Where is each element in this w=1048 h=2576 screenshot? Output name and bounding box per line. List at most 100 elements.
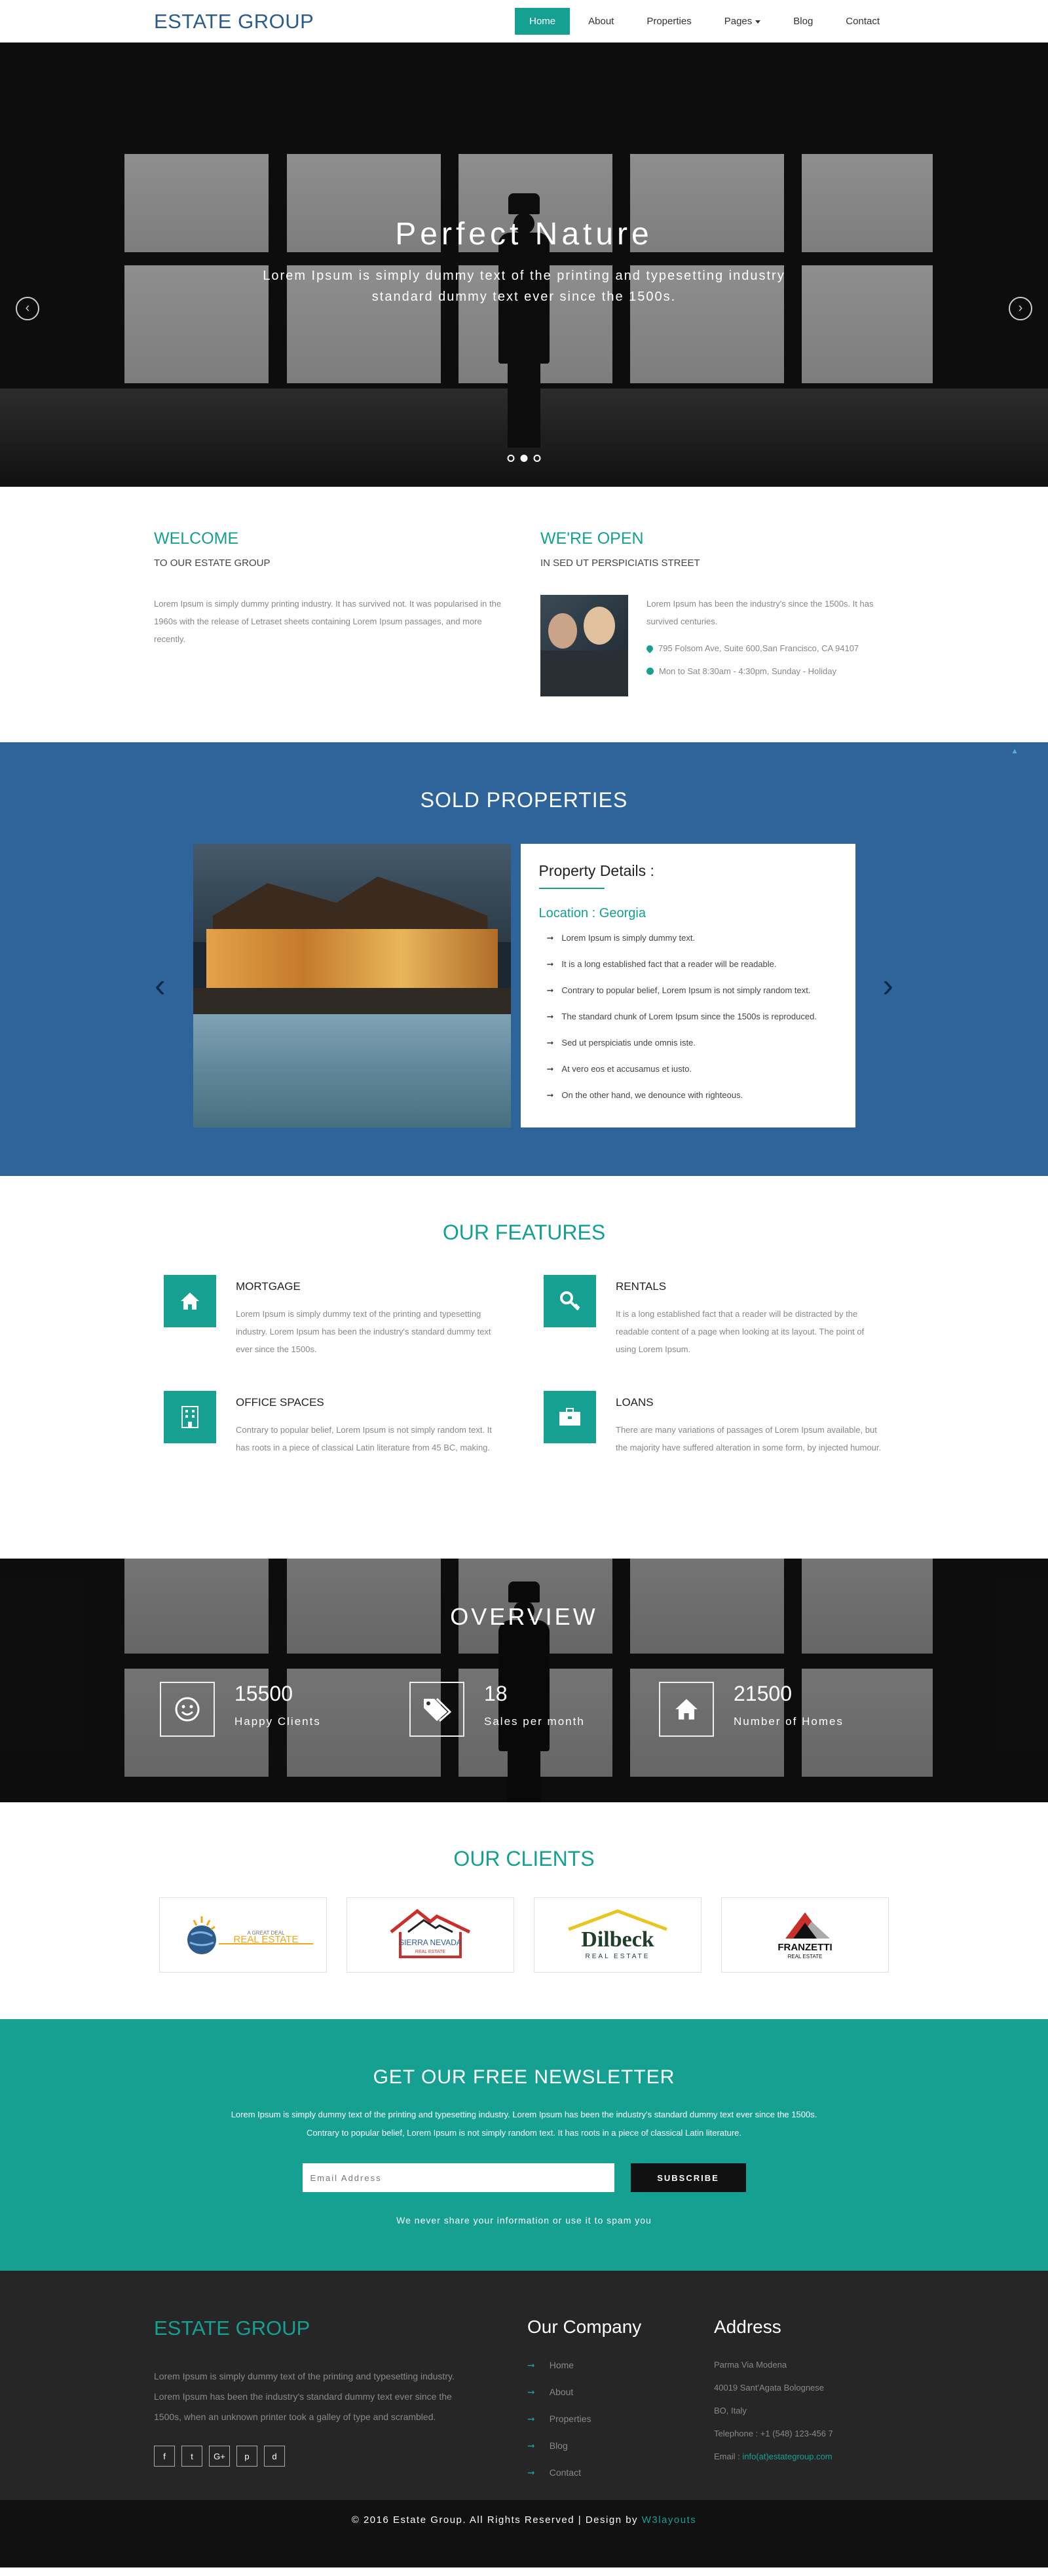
property-item: On the other hand, we denounce with righ… [539,1090,837,1101]
footer-link-blog[interactable]: Blog [527,2440,714,2452]
footer-link-home[interactable]: Home [527,2360,714,2371]
slider-dot[interactable] [533,455,541,462]
chevron-right-icon[interactable]: › [1009,297,1032,320]
email-input[interactable] [302,2163,614,2192]
nav-contact[interactable]: Contact [831,8,894,35]
address-line: 795 Folsom Ave, Suite 600,San Francisco,… [645,643,894,653]
stat-label: Number of Homes [734,1715,844,1728]
client-name: REAL ESTATE [234,1934,299,1945]
client-logo-sierra-nevada[interactable]: SIERRA NEVADA REAL ESTATE [346,1897,514,1973]
footer-text: Lorem Ipsum is simply dummy text of the … [154,2371,455,2422]
nav-pages[interactable]: Pages [710,8,776,35]
hero-subtitle: Lorem Ipsum is simply dummy text of the … [263,269,785,304]
property-item: It is a long established fact that a rea… [539,959,837,970]
nav-pages-label: Pages [724,16,753,27]
property-details-card: Property Details : Location : Georgia Lo… [520,844,855,1127]
welcome-title: WELCOME [154,529,239,548]
globe-logo: A GREAT DEAL REAL ESTATE [187,1916,313,1954]
building-icon [164,1391,216,1443]
google-plus-icon[interactable]: G+ [209,2446,230,2467]
open-col: WE'RE OPEN IN SED UT PERSPICIATIS STREET… [540,529,894,696]
footer-company: Our Company Home About Properties Blog C… [527,2317,714,2494]
footer-link-properties[interactable]: Properties [527,2414,714,2425]
slider-dot[interactable] [507,455,515,462]
email-line: Email : info(at)estategroup.com [714,2452,833,2461]
chevron-left-icon[interactable]: ‹ [16,297,39,320]
footer-address-title: Address [714,2317,781,2337]
footer-link-about[interactable]: About [527,2387,714,2398]
person-hat [508,193,540,214]
open-hours: Mon to Sat 8:30am - 4:30pm, Sunday - Hol… [659,666,836,676]
smile-icon [160,1682,215,1737]
footer-address: Address Parma Via Modena 40019 Sant'Agat… [714,2317,833,2494]
client-name: FRANZETTI [777,1942,832,1953]
client-logo-real-estate[interactable]: A GREAT DEAL REAL ESTATE [159,1897,327,1973]
features-title: OUR FEATURES [442,1221,606,1244]
property-location: Location : Georgia [538,906,646,920]
designer-link[interactable]: W3layouts [642,2514,697,2526]
person-photo [548,613,577,649]
clients-title: OUR CLIENTS [453,1847,595,1870]
client-name: Dilbeck [581,1927,654,1952]
property-item: Sed ut perspiciatis unde omnis iste. [539,1038,837,1048]
chevron-left-icon[interactable]: ‹ [155,966,166,1004]
client-logo-franzetti[interactable]: FRANZETTI REAL ESTATE [721,1897,889,1973]
property-item: Contrary to popular belief, Lorem Ipsum … [539,985,837,996]
newsletter-text: Lorem Ipsum is simply dummy text of the … [231,2110,817,2138]
feature-text: Contrary to popular belief, Lorem Ipsum … [236,1425,492,1452]
feature-title: LOANS [616,1396,654,1409]
slider-dot-active[interactable] [520,455,528,462]
footer: ESTATE GROUP Lorem Ipsum is simply dummy… [0,2271,1048,2500]
subscribe-button[interactable]: SUBSCRIBE [630,2163,746,2192]
footer-link-contact[interactable]: Contact [527,2467,714,2478]
footer-email-link[interactable]: info(at)estategroup.com [742,2452,832,2461]
newsletter-title: GET OUR FREE NEWSLETTER [373,2066,675,2088]
nav-blog[interactable]: Blog [779,8,827,35]
main-menu: Home About Properties Pages Blog Contact [515,8,894,35]
person-photo [584,607,615,645]
nav-properties[interactable]: Properties [632,8,705,35]
feature-text: Lorem Ipsum is simply dummy text of the … [236,1309,491,1354]
caret-down-icon [755,20,761,24]
briefcase-icon [544,1391,596,1443]
facebook-icon[interactable]: f [154,2446,175,2467]
hero-title: Perfect Nature [395,217,653,252]
client-tag: REAL ESTATE [586,1953,650,1960]
pinterest-icon[interactable]: p [236,2446,257,2467]
telephone-line: Telephone : +1 (548) 123-456 7 [714,2429,833,2438]
clients-section: OUR CLIENTS A GREAT DEAL REAL ESTATE SIE… [0,1802,1048,2019]
clock-icon [646,668,654,675]
footer-company-title: Our Company [527,2317,642,2337]
logo[interactable]: ESTATE GROUP [154,10,314,33]
hero-slider: Perfect Nature Lorem Ipsum is simply dum… [0,43,1048,487]
feature-rentals: RENTALS It is a long established fact th… [544,1275,884,1358]
dribbble-icon[interactable]: d [264,2446,285,2467]
chevron-right-icon[interactable]: › [882,966,893,1004]
property-location-value: Georgia [599,906,646,920]
welcome-col: WELCOME TO OUR ESTATE GROUP Lorem Ipsum … [154,529,508,696]
open-title: WE'RE OPEN [540,529,644,548]
person-legs [508,362,540,447]
footer-logo[interactable]: ESTATE GROUP [154,2317,527,2340]
client-tag: REAL ESTATE [415,1950,445,1954]
feature-text: It is a long established fact that a rea… [616,1309,865,1354]
feature-title: MORTGAGE [236,1280,301,1293]
feature-title: RENTALS [616,1280,667,1293]
twitter-icon[interactable]: t [181,2446,202,2467]
client-name: SIERRA NEVADA [399,1938,462,1947]
address-line: 40019 Sant'Agata Bolognese [714,2383,825,2393]
features-section: OUR FEATURES MORTGAGE Lorem Ipsum is sim… [0,1176,1048,1559]
caret-up-icon[interactable]: ▲ [1011,746,1019,755]
feature-loans: LOANS There are many variations of passa… [544,1391,884,1456]
stat-number: 21500 [734,1682,792,1705]
feature-text: There are many variations of passages of… [616,1425,882,1452]
property-item: Lorem Ipsum is simply dummy text. [539,933,837,943]
newsletter-form: SUBSCRIBE [0,2163,1048,2192]
stat-sales: 18 Sales per month [409,1682,596,1737]
client-logo-dilbeck[interactable]: Dilbeck REAL ESTATE [534,1897,702,1973]
nav-home[interactable]: Home [515,8,571,35]
nav-about[interactable]: About [574,8,628,35]
hours-line: Mon to Sat 8:30am - 4:30pm, Sunday - Hol… [646,666,894,676]
stat-homes: 21500 Number of Homes [659,1682,846,1737]
stat-number: 18 [484,1682,508,1705]
